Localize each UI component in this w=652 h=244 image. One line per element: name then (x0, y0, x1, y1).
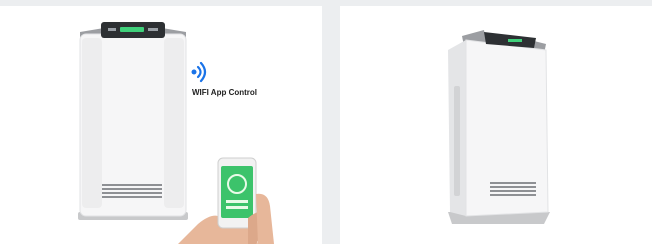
wifi-app-control-label: WIFI App Control (192, 88, 258, 97)
phone-in-hand-illustration (178, 157, 274, 244)
product-image-front[interactable]: WIFI App Control (0, 6, 322, 244)
air-purifier-angled-illustration (448, 30, 550, 224)
wifi-icon (191, 61, 207, 83)
product-image-angled[interactable] (340, 6, 652, 244)
